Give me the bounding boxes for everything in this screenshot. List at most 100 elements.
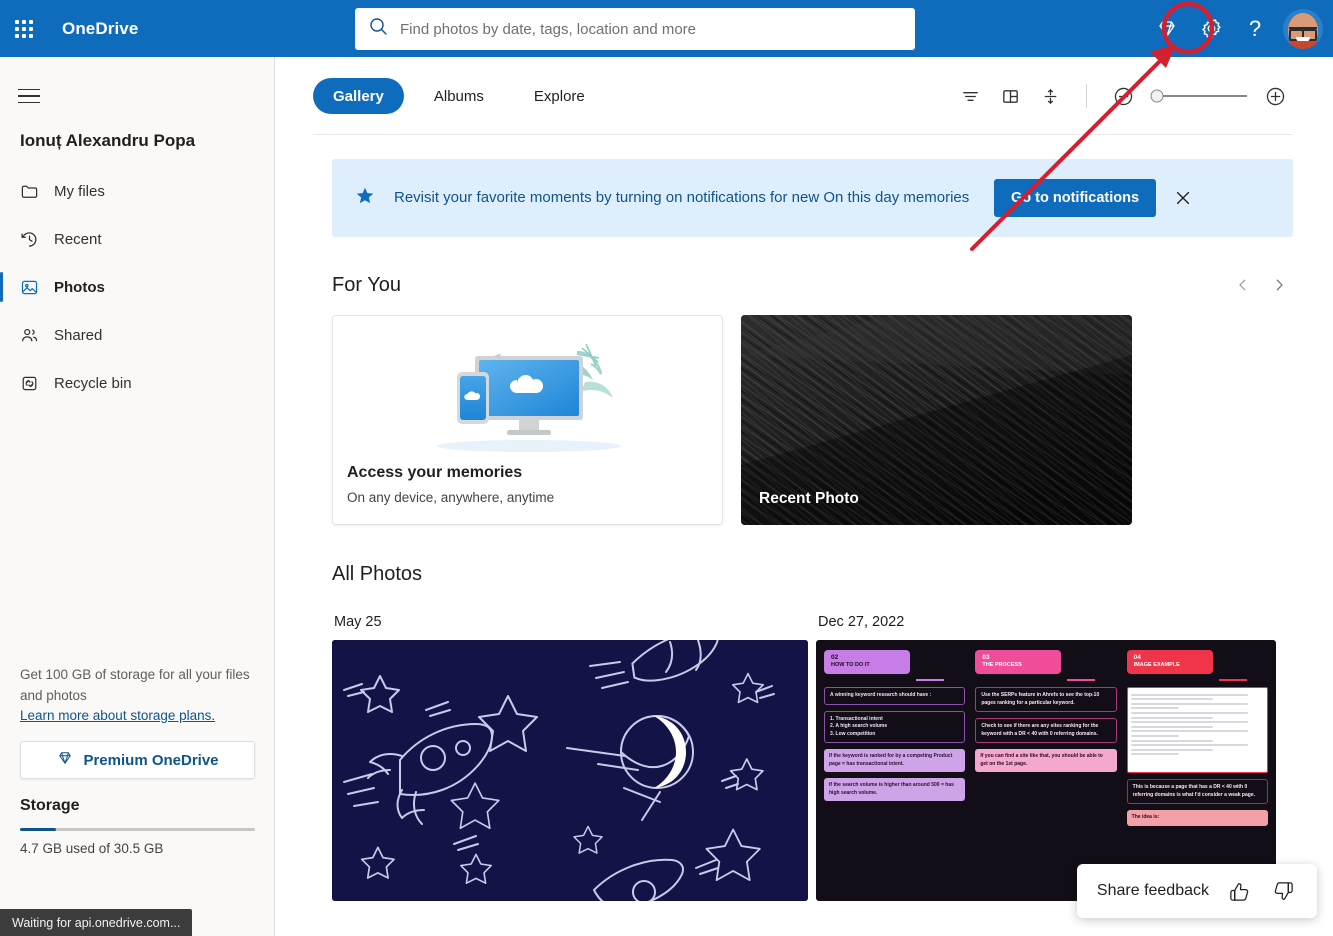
connector-line [916, 679, 944, 681]
chevron-left-icon[interactable] [1229, 271, 1257, 299]
main-content: Gallery Albums Explore Revisit your favo… [275, 57, 1333, 936]
diamond-icon[interactable] [1145, 7, 1189, 51]
close-icon[interactable] [1164, 179, 1202, 217]
storage-promo-text: Get 100 GB of storage for all your files… [20, 667, 250, 703]
infographic-column: 03 THE PROCESS Use the SERPs feature in … [975, 650, 1117, 826]
folder-icon [20, 182, 46, 201]
storage-plans-link[interactable]: Learn more about storage plans. [20, 708, 215, 723]
infographic-heading-text: HOW TO DO IT [831, 661, 870, 668]
sidebar-item-recent[interactable]: Recent [0, 215, 274, 263]
access-memories-card[interactable]: Access your memories On any device, anyw… [332, 315, 723, 525]
infographic-box: A winning keyword research should have : [824, 687, 966, 705]
premium-onedrive-button[interactable]: Premium OneDrive [20, 741, 255, 779]
infographic-box: If the search volume is higher than arou… [824, 778, 966, 801]
all-photos-grid: May 25 Dec 27, 2022 02 HOW TO DO IT A wi… [332, 614, 1293, 901]
for-you-cards: Access your memories On any device, anyw… [332, 315, 1293, 525]
photo-icon [20, 278, 46, 297]
infographic-heading-text: IMAGE EXAMPLE [1133, 661, 1180, 668]
diamond-icon [56, 749, 74, 771]
sidebar-item-recycle-bin[interactable]: Recycle bin [0, 359, 274, 407]
premium-button-label: Premium OneDrive [83, 751, 219, 769]
screenshot-preview [1126, 687, 1268, 773]
banner-message: Revisit your favorite moments by turning… [394, 189, 970, 206]
app-launcher-icon[interactable] [0, 0, 48, 57]
card-title: Access your memories [347, 464, 523, 481]
gear-icon[interactable] [1189, 7, 1233, 51]
thumbs-up-icon[interactable] [1225, 877, 1253, 905]
sidebar-item-label: My files [54, 182, 105, 200]
share-feedback-widget: Share feedback [1076, 864, 1317, 918]
sidebar-item-shared[interactable]: Shared [0, 311, 274, 359]
share-feedback-label: Share feedback [1096, 882, 1209, 899]
infographic-number: 03 [982, 654, 990, 661]
devices-cloud-illustration [437, 343, 621, 452]
sidebar-item-label: Photos [54, 278, 105, 296]
toolbar-divider [313, 134, 1293, 135]
zoom-control [1105, 78, 1293, 114]
user-name: Ionuț Alexandru Popa [20, 131, 196, 150]
star-icon [354, 185, 376, 212]
clock-icon [20, 230, 46, 249]
photo-group-dec-27-2022: Dec 27, 2022 02 HOW TO DO IT A winning k… [816, 614, 1276, 901]
infographic-column: 04 IMAGE EXAMPLE This is because a page … [1126, 650, 1268, 826]
photo-group-date: Dec 27, 2022 [818, 614, 905, 630]
zoom-slider[interactable] [1150, 89, 1247, 103]
filter-icon[interactable] [952, 78, 988, 114]
infographic-heading-text: THE PROCESS [982, 661, 1022, 668]
search-icon [369, 17, 388, 41]
sidebar-item-photos[interactable]: Photos [0, 263, 274, 311]
layout-grid-icon[interactable] [992, 78, 1028, 114]
toolbar-separator [1086, 84, 1087, 108]
people-icon [20, 326, 46, 345]
sort-vertical-icon[interactable] [1032, 78, 1068, 114]
search-input[interactable] [400, 20, 901, 38]
infographic-box: Use the SERPs feature in Ahrefs to see t… [975, 687, 1117, 712]
thumbs-down-icon[interactable] [1269, 877, 1297, 905]
avatar[interactable] [1283, 8, 1323, 49]
connector-line [1218, 679, 1247, 681]
app-header: OneDrive ? [0, 0, 1333, 57]
tab-explore[interactable]: Explore [514, 78, 605, 114]
infographic-box: The idea is: [1126, 810, 1268, 826]
brand-title[interactable]: OneDrive [62, 19, 138, 39]
infographic-box: This is because a page that has a DR < 4… [1126, 779, 1268, 804]
status-bar: Waiting for api.onedrive.com... [0, 909, 193, 936]
hamburger-icon[interactable] [18, 79, 52, 113]
zoom-slider-thumb[interactable] [1150, 89, 1164, 103]
go-to-notifications-button[interactable]: Go to notifications [994, 179, 1157, 217]
infographic-heading: 03 THE PROCESS [975, 650, 1062, 674]
recent-photo-card[interactable]: Recent Photo [741, 315, 1132, 525]
sidebar-item-my-files[interactable]: My files [0, 167, 274, 215]
infographic-box: If you can find a site like that, you sh… [975, 749, 1117, 772]
infographic-box: If the keyword is ranked for by a compet… [824, 749, 966, 772]
chevron-right-icon[interactable] [1265, 271, 1293, 299]
toolbar-actions [952, 78, 1293, 114]
photo-thumbnail[interactable] [332, 640, 808, 901]
space-doodles-navy-thumbnail [332, 640, 808, 901]
notification-banner: Revisit your favorite moments by turning… [332, 159, 1293, 237]
infographic-box: 1. Transactional intent 2. A high search… [824, 710, 966, 743]
help-icon[interactable]: ? [1233, 7, 1277, 51]
gallery-toolbar: Gallery Albums Explore [275, 57, 1333, 135]
infographic-number: 04 [1133, 654, 1141, 661]
infographic-number: 02 [831, 654, 839, 661]
zoom-out-icon[interactable] [1105, 78, 1141, 114]
card-subtitle: On any device, anywhere, anytime [347, 490, 555, 505]
carousel-nav [1229, 271, 1293, 299]
photo-group-may-25: May 25 [332, 614, 808, 901]
storage-title: Storage [20, 797, 80, 814]
storage-used-text: 4.7 GB used of 30.5 GB [20, 841, 164, 856]
storage-section: Get 100 GB of storage for all your files… [0, 664, 275, 856]
sidebar-item-label: Shared [54, 326, 103, 344]
photo-thumbnail[interactable]: 02 HOW TO DO IT A winning keyword resear… [816, 640, 1276, 901]
tab-label: Albums [433, 87, 484, 105]
search-box[interactable] [355, 8, 915, 50]
tab-gallery[interactable]: Gallery [313, 78, 404, 114]
tab-albums[interactable]: Albums [414, 78, 504, 114]
header-actions: ? [1145, 0, 1333, 57]
sidebar: Ionuț Alexandru Popa My files Recent Pho… [0, 57, 275, 936]
zoom-in-icon[interactable] [1257, 78, 1293, 114]
gallery-content: Revisit your favorite moments by turning… [275, 159, 1333, 901]
all-photos-title: All Photos [332, 563, 423, 585]
infographic-heading: 02 HOW TO DO IT [824, 650, 910, 674]
